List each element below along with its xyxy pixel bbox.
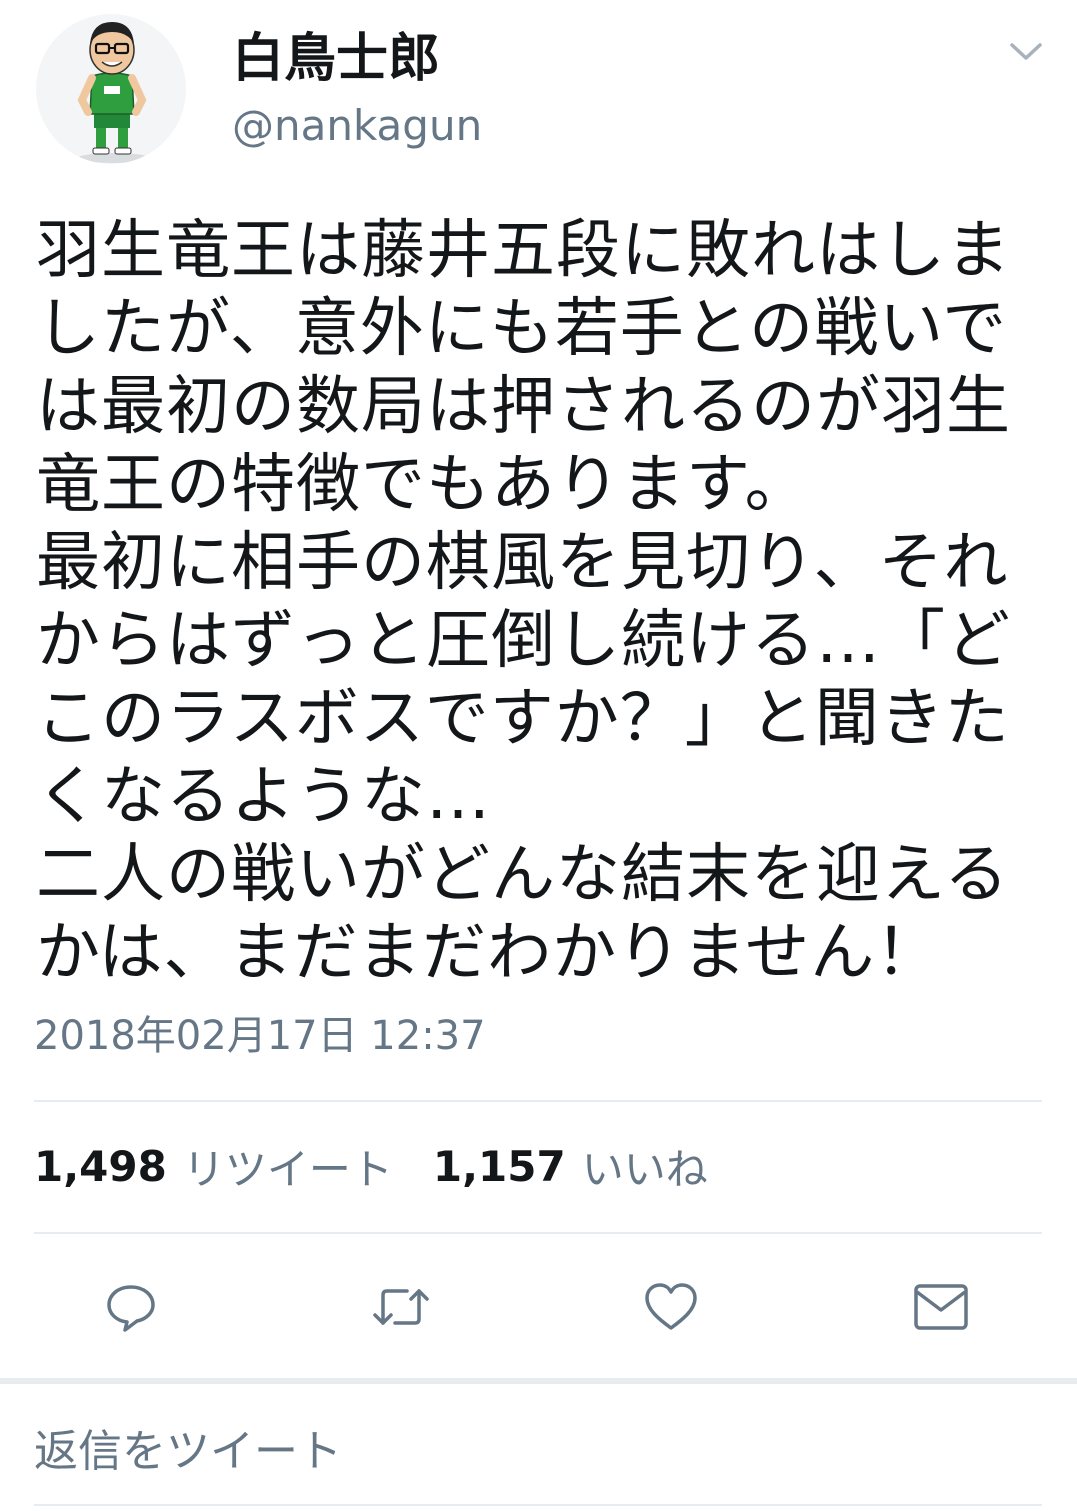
speech-bubble-icon (107, 1285, 155, 1332)
like-count[interactable]: 1,157 (433, 1142, 566, 1191)
tweet-text-line: 最初に相手の棋風を見切り、それ (36, 526, 1009, 600)
like-label[interactable]: いいね (582, 1136, 708, 1197)
reply-button[interactable] (86, 1262, 176, 1352)
avatar[interactable] (36, 14, 186, 164)
divider (34, 1232, 1042, 1234)
like-button[interactable] (626, 1262, 716, 1352)
chevron-down-icon (1010, 43, 1042, 60)
tweet-text-line: 二人の戦いがどんな結末を迎える (36, 838, 1010, 912)
tweet-text-line: は最初の数局は押されるのが羽生 (36, 370, 1011, 444)
retweet-button[interactable] (356, 1262, 446, 1352)
direct-message-button[interactable] (896, 1262, 986, 1352)
divider (34, 1100, 1042, 1102)
tweet-stats: 1,498 リツイート 1,157 いいね (34, 1136, 748, 1196)
cartoon-avatar-icon (77, 22, 150, 163)
tweet-header: 白鳥士郎 @nankagun (0, 0, 1077, 190)
reply-input[interactable]: 返信をツイート (34, 1424, 342, 1480)
heart-icon (645, 1283, 697, 1330)
tweet-text-line: このラスボスですか？」と聞きた (36, 682, 1010, 756)
tweet-text-line: くなるような… (36, 760, 491, 834)
retweet-count[interactable]: 1,498 (34, 1142, 167, 1191)
tweet-text-line: したが、意外にも若手との戦いで (36, 292, 1008, 366)
tweet-text-line: 竜王の特徴でもあります。 (36, 448, 810, 522)
display-name[interactable]: 白鳥士郎 (232, 28, 440, 90)
more-options-button[interactable] (1000, 28, 1052, 76)
tweet-actions (0, 1262, 1077, 1352)
user-handle[interactable]: @nankagun (232, 100, 482, 152)
envelope-icon (914, 1284, 968, 1330)
retweet-icon (373, 1289, 429, 1325)
reply-input-underline (34, 1504, 1042, 1506)
tweet-text: 羽生竜王は藤井五段に敗れはしま したが、意外にも若手との戦いで は最初の数局は押… (36, 212, 1036, 992)
tweet-text-line: からはずっと圧倒し続ける…「ど (36, 604, 1011, 678)
reply-composer[interactable]: 返信をツイート (0, 1384, 1077, 1511)
tweet-timestamp[interactable]: 2018年02月17日 12:37 (34, 1010, 486, 1062)
retweet-label[interactable]: リツイート (183, 1136, 393, 1197)
tweet-text-line: 羽生竜王は藤井五段に敗れはしま (36, 214, 1011, 288)
tweet-detail: 白鳥士郎 @nankagun 羽生竜王は藤井五段に敗れはしま したが、意外にも若… (0, 0, 1077, 1511)
tweet-text-line: かは、まだまだわかりません！ (36, 916, 941, 990)
